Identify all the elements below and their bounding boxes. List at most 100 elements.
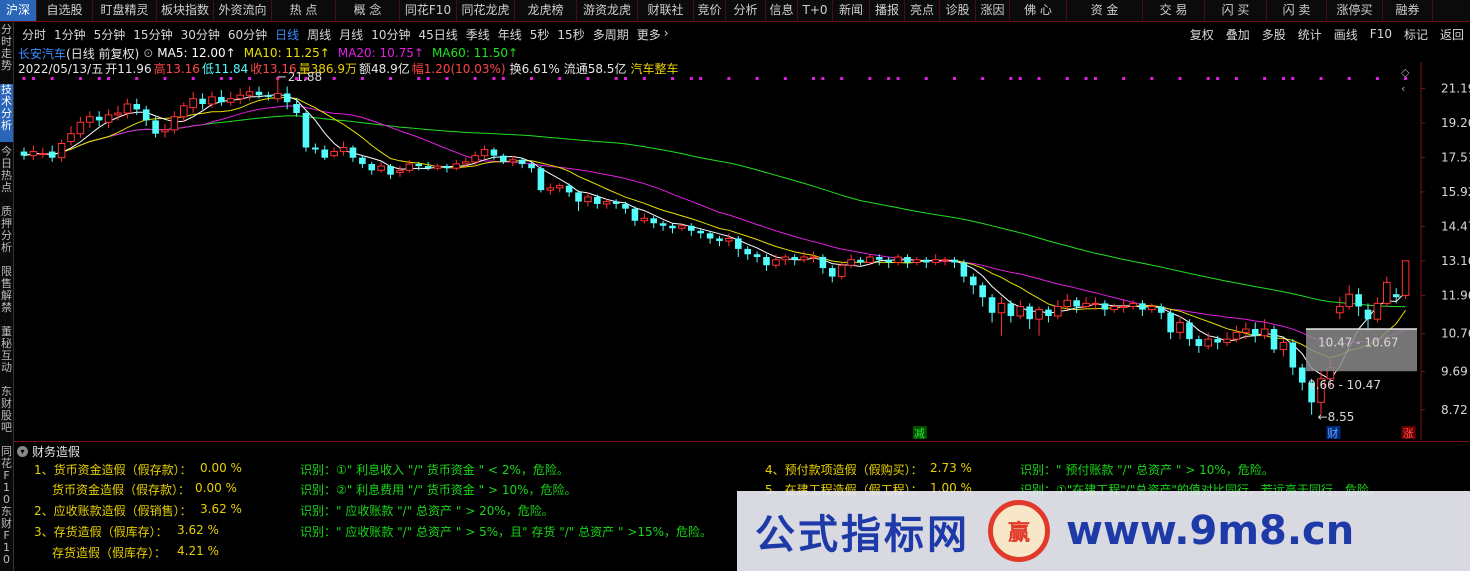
period-14[interactable]: 15秒 xyxy=(557,26,584,43)
top-tab-12[interactable]: 竞价 xyxy=(694,0,726,21)
candle-body xyxy=(161,129,169,133)
top-tab-9[interactable]: 龙虎榜 xyxy=(515,0,577,21)
top-tab-1[interactable]: 自选股 xyxy=(37,0,93,21)
top-tab-17[interactable]: 播报 xyxy=(870,0,905,21)
candle-body xyxy=(95,116,103,121)
settings-icon[interactable]: ⊙ xyxy=(143,46,153,60)
left-tab-2[interactable]: 今日热点 xyxy=(0,146,13,204)
expand-icon[interactable]: ◇ xyxy=(1401,66,1410,79)
left-tab-3[interactable]: 质押分析 xyxy=(0,206,13,264)
candle-body xyxy=(1035,309,1043,320)
period-11[interactable]: 季线 xyxy=(466,26,490,43)
top-tab-25[interactable]: 闪 卖 xyxy=(1267,0,1327,21)
candle-body xyxy=(1139,303,1146,310)
period-16[interactable]: 更多 xyxy=(637,26,661,43)
candle-body xyxy=(1345,293,1353,307)
top-tab-7[interactable]: 同花F10 xyxy=(400,0,457,21)
top-tab-5[interactable]: 热 点 xyxy=(272,0,336,21)
candle-body xyxy=(39,153,47,156)
period-8[interactable]: 月线 xyxy=(339,26,363,43)
left-tab-1[interactable]: 技术分析 xyxy=(0,84,13,142)
candle-body xyxy=(1383,281,1391,304)
signal-dot xyxy=(614,77,618,80)
top-tab-19[interactable]: 诊股 xyxy=(940,0,976,21)
period-2[interactable]: 5分钟 xyxy=(94,26,126,43)
candle-body xyxy=(594,196,601,204)
candle-body xyxy=(218,96,225,103)
period-12[interactable]: 年线 xyxy=(498,26,522,43)
collapse-icon[interactable]: ▾ xyxy=(17,445,28,457)
top-tab-11[interactable]: 财联社 xyxy=(638,0,694,21)
candle-body xyxy=(753,254,761,258)
top-tab-10[interactable]: 游资龙虎 xyxy=(577,0,638,21)
top-tab-15[interactable]: T+0 xyxy=(798,0,833,21)
period-0[interactable]: 分时 xyxy=(22,26,46,43)
tool-7[interactable]: 返回 xyxy=(1440,26,1464,43)
left-tab-6[interactable]: 东财股吧 xyxy=(0,386,13,444)
period-3[interactable]: 15分钟 xyxy=(133,26,172,43)
signal-dot xyxy=(1009,77,1013,80)
period-1[interactable]: 1分钟 xyxy=(54,26,86,43)
top-tab-3[interactable]: 板块指数 xyxy=(157,0,214,21)
top-tab-2[interactable]: 盯盘精灵 xyxy=(93,0,157,21)
left-tab-8[interactable]: 东财F10 xyxy=(0,506,13,568)
collapse-arrow-icon[interactable]: ‹ xyxy=(1401,82,1405,95)
period-6[interactable]: 日线 xyxy=(275,26,299,43)
top-tab-23[interactable]: 交 易 xyxy=(1143,0,1205,21)
kline-chart[interactable]: 21.19 19.26 17.51 15.92 14.47 13.16 11.96 10.76… xyxy=(14,62,1470,440)
top-tab-26[interactable]: 涨停买 xyxy=(1327,0,1383,21)
top-tab-20[interactable]: 涨因 xyxy=(976,0,1010,21)
top-tab-6[interactable]: 概 念 xyxy=(336,0,400,21)
top-tab-16[interactable]: 新闻 xyxy=(833,0,870,21)
period-4[interactable]: 30分钟 xyxy=(181,26,220,43)
period-10[interactable]: 45日线 xyxy=(418,26,457,43)
top-tab-27[interactable]: 融券 xyxy=(1383,0,1433,21)
signal-dot xyxy=(417,77,421,80)
tool-4[interactable]: 画线 xyxy=(1334,26,1358,43)
top-tab-8[interactable]: 同花龙虎 xyxy=(457,0,515,21)
signal-dot xyxy=(1216,77,1220,80)
top-tab-21[interactable]: 佛 心 xyxy=(1010,0,1067,21)
signal-dot xyxy=(389,77,393,80)
tool-2[interactable]: 多股 xyxy=(1262,26,1286,43)
candle-body xyxy=(969,276,977,286)
marker-zhang: 涨 xyxy=(1403,427,1414,440)
candle-body xyxy=(29,151,38,157)
left-tab-5[interactable]: 董秘互动 xyxy=(0,326,13,384)
top-tab-18[interactable]: 亮点 xyxy=(905,0,940,21)
signal-dot xyxy=(1347,77,1351,80)
top-tab-22[interactable]: 资 金 xyxy=(1067,0,1143,21)
signal-dot xyxy=(887,77,891,80)
tool-0[interactable]: 复权 xyxy=(1190,26,1214,43)
candle-body xyxy=(997,302,1006,314)
tool-5[interactable]: F10 xyxy=(1370,27,1392,41)
candle-body xyxy=(1119,305,1128,308)
top-tab-13[interactable]: 分析 xyxy=(726,0,766,21)
left-tab-4[interactable]: 限售解禁 xyxy=(0,266,13,324)
signal-dot xyxy=(1234,77,1238,80)
signal-dot xyxy=(811,77,815,80)
left-tab-0[interactable]: 分时走势 xyxy=(0,24,13,82)
period-9[interactable]: 10分钟 xyxy=(371,26,410,43)
top-tab-4[interactable]: 外资流向 xyxy=(214,0,272,21)
more-arrow-icon[interactable]: › xyxy=(664,26,669,43)
left-tab-7[interactable]: 同花F10 xyxy=(0,446,13,504)
fin-right-value-0: 2.73 % xyxy=(930,461,972,475)
ma60-line xyxy=(23,115,1406,308)
candle-body xyxy=(546,187,555,191)
tool-3[interactable]: 统计 xyxy=(1298,26,1322,43)
tool-6[interactable]: 标记 xyxy=(1404,26,1428,43)
candle-body xyxy=(86,116,94,123)
period-15[interactable]: 多周期 xyxy=(593,26,629,43)
period-13[interactable]: 5秒 xyxy=(530,26,550,43)
top-tab-0[interactable]: 沪深 xyxy=(0,0,37,21)
top-tab-24[interactable]: 闪 买 xyxy=(1205,0,1267,21)
tool-1[interactable]: 叠加 xyxy=(1226,26,1250,43)
candle-body xyxy=(339,147,348,153)
candle-body xyxy=(1336,305,1344,314)
period-7[interactable]: 周线 xyxy=(307,26,331,43)
top-tab-14[interactable]: 信息 xyxy=(766,0,798,21)
candle-body xyxy=(1016,305,1025,317)
candle-body xyxy=(1148,305,1156,311)
period-5[interactable]: 60分钟 xyxy=(228,26,267,43)
